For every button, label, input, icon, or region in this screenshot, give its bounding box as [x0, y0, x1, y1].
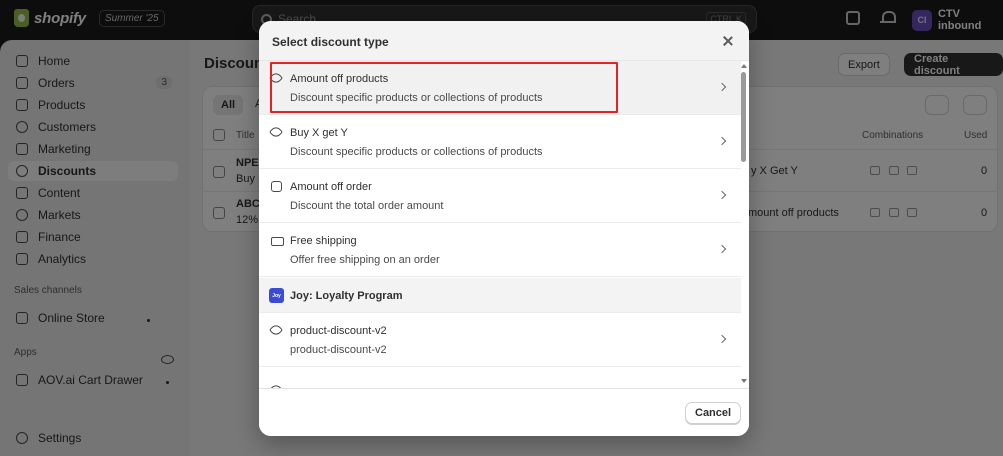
- option-title: product-discount-v2: [290, 325, 387, 337]
- option-amount-off-order[interactable]: Amount off order Discount the total orde…: [259, 169, 741, 223]
- app-section-header: Joy Joy: Loyalty Program: [259, 278, 741, 313]
- scroll-thumb[interactable]: [741, 72, 746, 162]
- option-title: Free shipping: [290, 235, 357, 247]
- chevron-right-icon: [717, 334, 727, 344]
- option-title: Amount off products: [290, 73, 389, 85]
- scroll-up-icon[interactable]: [741, 64, 747, 68]
- close-icon[interactable]: [721, 34, 735, 48]
- option-description: product-discount-v2: [290, 344, 387, 356]
- scroll-down-icon[interactable]: [741, 379, 747, 383]
- option-free-shipping[interactable]: Free shipping Offer free shipping on an …: [259, 223, 741, 277]
- joy-app-logo: Joy: [269, 288, 284, 303]
- option-description: Discount specific products or collection…: [290, 146, 543, 158]
- option-amount-off-products[interactable]: Amount off products Discount specific pr…: [259, 61, 741, 115]
- tag-icon: [268, 322, 284, 338]
- option-title: Amount off order: [290, 181, 372, 193]
- modal-footer: Cancel: [259, 388, 749, 436]
- receipt-icon: [271, 181, 282, 192]
- option-next-partial[interactable]: [259, 367, 741, 388]
- tag-icon: [268, 124, 284, 140]
- option-description: Discount the total order amount: [290, 200, 444, 212]
- option-description: Discount specific products or collection…: [290, 92, 543, 104]
- modal-body: Amount off products Discount specific pr…: [259, 61, 749, 388]
- select-discount-type-modal: Select discount type Amount off products…: [259, 21, 749, 436]
- option-title: Buy X get Y: [290, 127, 348, 139]
- option-product-discount-v2[interactable]: product-discount-v2 product-discount-v2: [259, 313, 741, 367]
- tag-icon: [268, 70, 284, 86]
- cancel-button[interactable]: Cancel: [685, 402, 742, 424]
- app-section-name: Joy: Loyalty Program: [290, 290, 403, 302]
- chevron-right-icon: [717, 82, 727, 92]
- option-buy-x-get-y[interactable]: Buy X get Y Discount specific products o…: [259, 115, 741, 169]
- chevron-right-icon: [717, 190, 727, 200]
- option-description: Offer free shipping on an order: [290, 254, 440, 266]
- chevron-right-icon: [717, 244, 727, 254]
- truck-icon: [271, 237, 284, 246]
- modal-title: Select discount type: [272, 35, 389, 49]
- modal-scrollbar[interactable]: [739, 61, 749, 388]
- chevron-right-icon: [717, 136, 727, 146]
- modal-header: Select discount type: [259, 21, 749, 61]
